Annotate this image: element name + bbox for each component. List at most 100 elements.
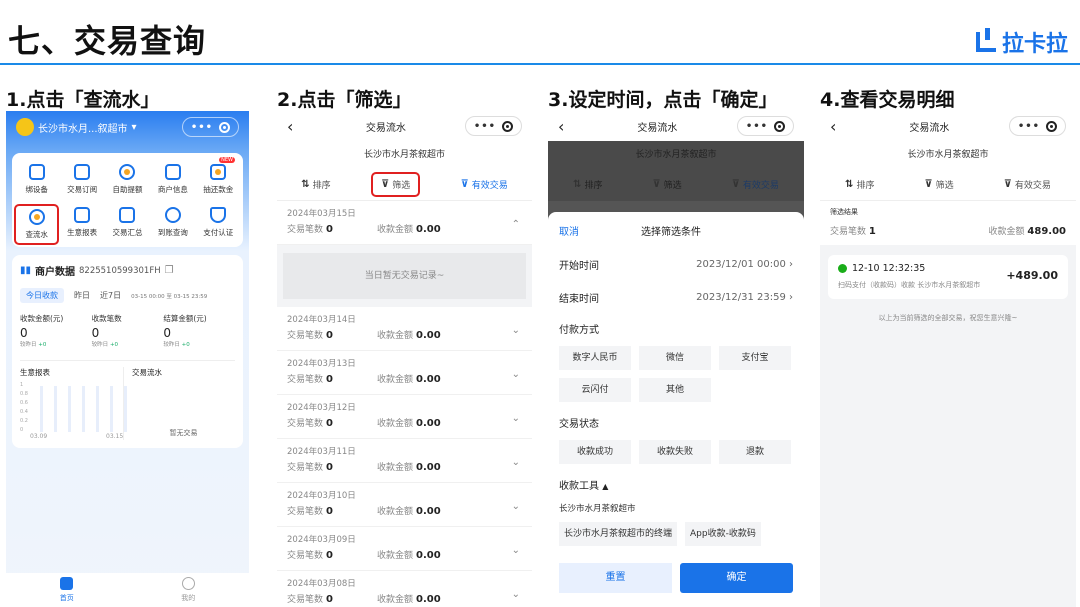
chevron-down-icon: ⌄ bbox=[511, 369, 520, 380]
start-time-value: 2023/12/01 00:00 bbox=[696, 259, 786, 270]
clock-icon bbox=[164, 207, 181, 223]
nav-home[interactable]: 首页 bbox=[60, 577, 74, 603]
tool-label[interactable]: 收款工具 ▲ bbox=[559, 476, 793, 498]
monitor-icon bbox=[119, 207, 136, 223]
miniapp-capsule[interactable]: ••• bbox=[1008, 116, 1066, 136]
back-icon[interactable]: ‹ bbox=[287, 117, 307, 136]
miniapp-capsule[interactable]: ••• bbox=[464, 116, 522, 136]
flow-title: 交易流水 bbox=[132, 368, 162, 377]
grid-transaction-flow[interactable]: 查流水 bbox=[14, 204, 60, 245]
day-row[interactable]: 2024年03月12日 交易笔数 0 收款金额 0.00 ⌄ bbox=[277, 395, 532, 439]
valid-tx-button[interactable]: ⊽ 有效交易 bbox=[453, 174, 516, 195]
chip-ecny[interactable]: 数字人民币 bbox=[559, 346, 631, 370]
grid-summary[interactable]: 交易汇总 bbox=[105, 204, 150, 245]
store-selector[interactable]: 长沙市水月...叙超市 ▾ bbox=[16, 118, 137, 136]
close-miniapp-icon[interactable] bbox=[1046, 120, 1057, 132]
chip-app-qr[interactable]: App收款-收款码 bbox=[685, 522, 761, 546]
grid-subscribe[interactable]: 交易订阅 bbox=[59, 161, 104, 198]
grid-merchant-info[interactable]: 商户信息 bbox=[150, 161, 195, 198]
day-row[interactable]: 2024年03月14日 交易笔数 0 收款金额 0.00 ⌄ bbox=[277, 307, 532, 351]
filter-result: 筛选结果 交易笔数 1 收款金额 489.00 bbox=[820, 201, 1076, 245]
new-badge: NEW bbox=[219, 157, 235, 163]
filter-button: ⊽ 筛选 bbox=[652, 179, 682, 191]
stat-settle: 结算金额(元) 0 较昨日 +0 bbox=[163, 314, 207, 348]
chip-failed[interactable]: 收款失败 bbox=[639, 440, 711, 464]
sort-button[interactable]: ⇅ 排序 bbox=[293, 174, 338, 195]
chip-success[interactable]: 收款成功 bbox=[559, 440, 631, 464]
more-icon[interactable]: ••• bbox=[191, 122, 213, 133]
filter-button[interactable]: ⊽ 筛选 bbox=[371, 172, 421, 197]
tab-7days[interactable]: 近7日 bbox=[100, 290, 121, 301]
store-name: 长沙市水月...叙超市 bbox=[38, 123, 128, 135]
confirm-button[interactable]: 确定 bbox=[680, 563, 793, 593]
day-row[interactable]: 2024年03月08日 交易笔数 0 收款金额 0.00 ⌄ bbox=[277, 571, 532, 607]
chip-refund[interactable]: 退款 bbox=[719, 440, 791, 464]
shield-icon bbox=[210, 207, 227, 223]
sort-button[interactable]: ⇅ 排序 bbox=[837, 174, 882, 195]
end-time-row[interactable]: 结束时间 2023/12/31 23:59 › bbox=[559, 281, 793, 314]
tx-amount: +489.00 bbox=[1006, 269, 1058, 282]
grid-arrival[interactable]: 到账查询 bbox=[150, 204, 195, 245]
store-logo-icon bbox=[16, 118, 34, 136]
filter-button[interactable]: ⊽ 筛选 bbox=[917, 174, 962, 195]
copy-icon[interactable]: ❐ bbox=[165, 265, 174, 276]
grid-report[interactable]: 生意报表 bbox=[59, 204, 104, 245]
filter-tabs: ⇅ 排序 ⊽ 筛选 ⊽ 有效交易 bbox=[548, 169, 804, 201]
day-row[interactable]: 2024年03月09日 交易笔数 0 收款金额 0.00 ⌄ bbox=[277, 527, 532, 571]
step-4-label: 4.查看交易明细 bbox=[820, 89, 955, 111]
tab-yesterday[interactable]: 昨日 bbox=[74, 290, 90, 301]
report-title: 生意报表 bbox=[20, 368, 50, 377]
chevron-up-icon: ⌃ bbox=[511, 219, 520, 230]
close-miniapp-icon[interactable] bbox=[502, 120, 513, 132]
chip-wechat[interactable]: 微信 bbox=[639, 346, 711, 370]
chip-other[interactable]: 其他 bbox=[639, 378, 711, 402]
grid-repay[interactable]: NEW 抽还款金 bbox=[196, 157, 241, 198]
close-miniapp-icon[interactable] bbox=[219, 121, 230, 133]
grid-limit[interactable]: 自助提额 bbox=[105, 161, 150, 198]
start-time-row[interactable]: 开始时间 2023/12/01 00:00 › bbox=[559, 248, 793, 281]
chevron-down-icon: ⌄ bbox=[511, 589, 520, 600]
chip-terminal[interactable]: 长沙市水月茶叙超市的终端 bbox=[559, 522, 678, 546]
date-range: 03-15 00:00 至 03-15 23:59 bbox=[131, 293, 208, 300]
back-icon[interactable]: ‹ bbox=[830, 117, 850, 136]
chart-icon: ▮▮ bbox=[20, 265, 32, 276]
tab-today[interactable]: 今日收款 bbox=[20, 288, 64, 303]
sort-button: ⇅ 排序 bbox=[573, 179, 603, 191]
no-transaction-text: 暂无交易 bbox=[169, 429, 198, 437]
function-grid: 绑设备 交易订阅 自助提额 商户信息 NEW 抽还款金 查流水 生意报表 交易汇总… bbox=[12, 153, 243, 247]
search-record-icon bbox=[28, 209, 45, 225]
miniapp-capsule[interactable]: ••• bbox=[736, 116, 794, 136]
miniapp-capsule[interactable]: ••• bbox=[181, 117, 239, 137]
day-row[interactable]: 2024年03月11日 交易笔数 0 收款金额 0.00 ⌄ bbox=[277, 439, 532, 483]
close-miniapp-icon[interactable] bbox=[774, 120, 785, 132]
day-row[interactable]: 2024年03月13日 交易笔数 0 收款金额 0.00 ⌄ bbox=[277, 351, 532, 395]
business-report[interactable]: 生意报表 1 0.8 0.6 0.4 0.2 0 03.09 03.15 bbox=[20, 367, 127, 440]
gift-icon bbox=[210, 164, 227, 180]
end-time-value: 2023/12/31 23:59 bbox=[696, 292, 786, 303]
nav-mine[interactable]: 我的 bbox=[181, 577, 195, 603]
valid-tx-button[interactable]: ⊽ 有效交易 bbox=[996, 174, 1059, 195]
grid-pay-auth[interactable]: 支付认证 bbox=[196, 204, 241, 245]
day-row[interactable]: 2024年03月10日 交易笔数 0 收款金额 0.00 ⌄ bbox=[277, 483, 532, 527]
transaction-item[interactable]: 12-10 12:32:35 扫码支付（收款码）收款 长沙市水月茶叙超市 +48… bbox=[828, 255, 1068, 299]
more-icon[interactable]: ••• bbox=[746, 121, 768, 132]
phone-result: ‹ 交易流水 ••• 长沙市水月茶叙超市 ⇅ 排序 ⊽ 筛选 ⊽ 有效交易 筛选结果 … bbox=[820, 111, 1076, 607]
filter-sheet: 取消 选择筛选条件 开始时间 2023/12/01 00:00 › 结束时间 202… bbox=[548, 212, 804, 607]
stat-count: 收款笔数 0 较昨日 +0 bbox=[91, 314, 122, 348]
filter-valid-icon: ⊽ bbox=[1003, 179, 1012, 190]
card-title: 商户数据 bbox=[35, 267, 76, 278]
chip-unionpay[interactable]: 云闪付 bbox=[559, 378, 631, 402]
more-icon[interactable]: ••• bbox=[474, 121, 496, 132]
more-icon[interactable]: ••• bbox=[1018, 121, 1040, 132]
grid-bind-device[interactable]: 绑设备 bbox=[14, 161, 59, 198]
store-icon bbox=[164, 164, 181, 180]
day-row[interactable]: 2024年03月15日 交易笔数 0 收款金额 0.00 ⌃ bbox=[277, 201, 532, 245]
back-icon[interactable]: ‹ bbox=[558, 117, 578, 136]
chip-alipay[interactable]: 支付宝 bbox=[719, 346, 791, 370]
cancel-button[interactable]: 取消 bbox=[559, 223, 641, 238]
sort-icon: ⇅ bbox=[845, 179, 854, 190]
reset-button[interactable]: 重置 bbox=[559, 563, 672, 593]
transaction-flow-widget[interactable]: 交易流水 暂无交易 bbox=[124, 367, 235, 440]
coin-icon bbox=[119, 164, 136, 180]
grid-label: 到账查询 bbox=[157, 228, 188, 237]
